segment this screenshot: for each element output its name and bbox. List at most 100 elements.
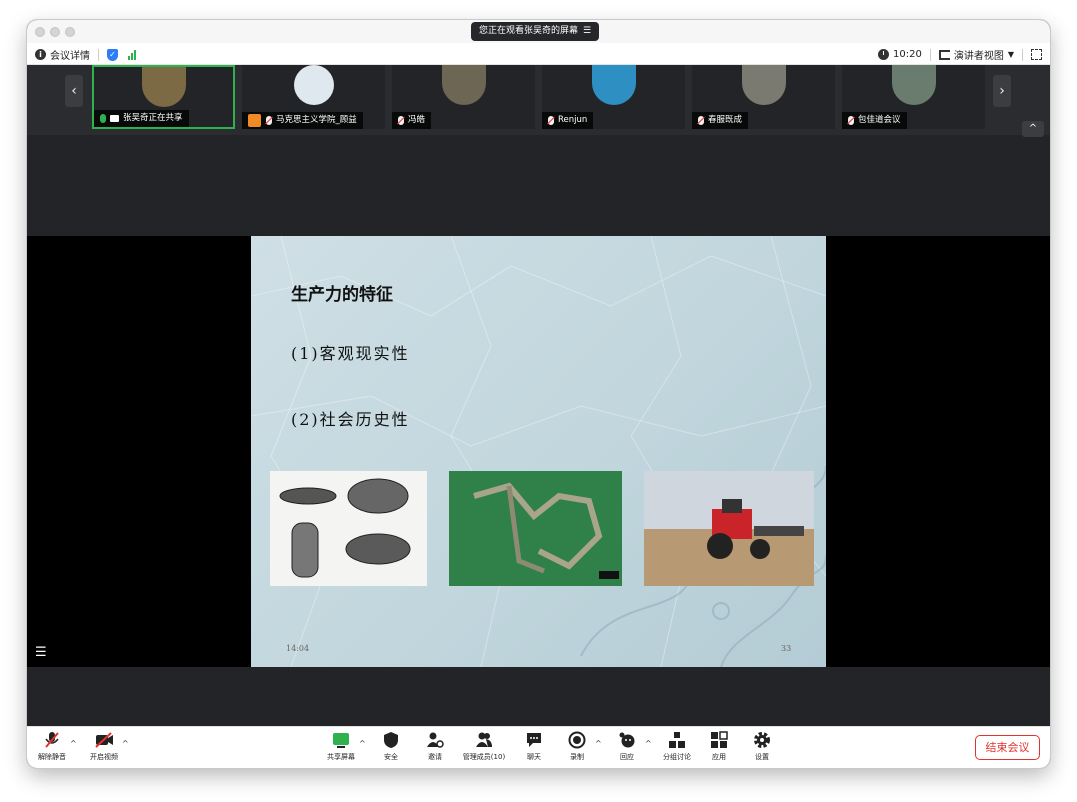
share-options-caret[interactable]: ^ (359, 739, 366, 748)
breakout-rooms-icon (657, 731, 697, 749)
iron-plough-image (449, 471, 622, 586)
reactions-label: 回应 (620, 753, 634, 761)
participant-strip: ‹ 张吴奇正在共享 马克思主义学院_顾益 冯皓 Renjun 春服既成 包佳道会… (27, 65, 1050, 135)
encryption-shield-icon[interactable]: ✓ (107, 48, 118, 61)
add-user-icon (413, 731, 457, 749)
info-icon: i (35, 49, 46, 60)
mic-muted-icon (698, 116, 704, 125)
menu-icon: ☰ (583, 26, 592, 36)
avatar (591, 65, 636, 105)
participants-label: 管理成员(10) (462, 753, 506, 761)
divider (929, 48, 931, 61)
participant-name: 张吴奇正在共享 (123, 113, 183, 123)
participant-name: 包佳道会议 (858, 115, 901, 125)
participant-tile[interactable]: 冯皓 (392, 65, 535, 129)
record-icon (555, 731, 599, 749)
mic-icon (100, 114, 106, 123)
record-label: 录制 (570, 753, 584, 761)
strip-next-button[interactable]: › (993, 75, 1011, 107)
share-screen-label: 共享屏幕 (327, 753, 355, 761)
settings-button[interactable]: 设置 (740, 731, 784, 762)
divider (1022, 48, 1023, 61)
list-icon[interactable]: ☰ (35, 645, 47, 660)
security-button[interactable]: 安全 (369, 731, 413, 762)
participant-tile[interactable]: 马克思主义学院_顾益 (242, 65, 385, 129)
network-signal-icon[interactable] (128, 49, 137, 60)
info-bar: i 会议详情 ✓ 10:20 演讲者视图 ▼ (27, 43, 1050, 65)
meeting-timer: 10:20 (893, 49, 922, 60)
participants-icon (459, 731, 509, 749)
mic-muted-icon (848, 116, 854, 125)
mic-muted-icon (548, 116, 554, 125)
apps-icon (697, 731, 741, 749)
fullscreen-icon[interactable] (1031, 49, 1042, 60)
participant-tile[interactable]: 张吴奇正在共享 (92, 65, 235, 129)
avatar (441, 65, 486, 105)
share-screen-button[interactable]: 共享屏幕 (319, 731, 363, 762)
participant-tile[interactable]: 包佳道会议 (842, 65, 985, 129)
settings-label: 设置 (755, 753, 769, 761)
record-button[interactable]: 录制 (555, 731, 599, 762)
meeting-window: 您正在观看张吴奇的屏幕 ☰ i 会议详情 ✓ 10:20 演讲者视图 ▼ ‹ 张… (27, 20, 1050, 768)
slide-point: (2)社会历史性 (291, 410, 410, 429)
title-bar: 您正在观看张吴奇的屏幕 ☰ (27, 20, 1050, 43)
start-video-button[interactable]: 开启视频 (82, 731, 126, 762)
meeting-toolbar: 解除静音 ^ 开启视频 ^ 共享屏幕 ^ 安全 邀请 管理成员(10) 聊天 录… (27, 726, 1050, 768)
slide-time: 14:04 (286, 644, 310, 653)
mic-muted-icon (398, 116, 404, 125)
audio-options-caret[interactable]: ^ (70, 739, 77, 748)
collapse-strip-button[interactable]: ^ (1022, 121, 1044, 137)
gear-icon (740, 731, 784, 749)
tractor-image (644, 471, 814, 586)
clock-icon (878, 49, 890, 60)
mic-muted-icon (30, 731, 74, 749)
end-meeting-button[interactable]: 结束会议 (975, 735, 1040, 760)
unmute-button[interactable]: 解除静音 (30, 731, 74, 762)
chat-label: 聊天 (527, 753, 541, 761)
participant-name: 冯皓 (408, 115, 426, 125)
shield-icon (369, 731, 413, 749)
participants-button[interactable]: 管理成员(10) (459, 731, 509, 762)
participant-name: Renjun (558, 115, 588, 125)
chat-icon (512, 731, 556, 749)
unmute-label: 解除静音 (38, 753, 66, 761)
meeting-info-link[interactable]: 会议详情 (50, 47, 90, 62)
participant-name: 春服既成 (708, 115, 743, 125)
speaker-view-icon (938, 49, 950, 60)
avatar (293, 65, 334, 105)
invite-button[interactable]: 邀请 (413, 731, 457, 762)
mic-muted-icon (266, 116, 272, 125)
participant-tile[interactable]: Renjun (542, 65, 685, 129)
strip-prev-button[interactable]: ‹ (65, 75, 83, 107)
invite-label: 邀请 (428, 753, 442, 761)
video-off-icon (82, 731, 126, 749)
video-options-caret[interactable]: ^ (122, 739, 129, 748)
breakout-rooms-button[interactable]: 分组讨论 (657, 731, 697, 762)
apps-label: 应用 (712, 753, 726, 761)
presentation-slide: 生产力的特征 (1)客观现实性 (2)社会历史性 14:04 33 (251, 236, 826, 667)
avatar (741, 65, 786, 105)
record-options-caret[interactable]: ^ (595, 739, 602, 748)
avatar (891, 65, 936, 105)
host-icon (248, 114, 261, 127)
start-video-label: 开启视频 (90, 753, 118, 761)
divider (98, 48, 99, 61)
view-mode-button[interactable]: 演讲者视图 (954, 47, 1004, 62)
screen-share-icon (110, 115, 119, 122)
breakout-rooms-label: 分组讨论 (663, 753, 691, 761)
slide-title: 生产力的特征 (291, 285, 393, 305)
chevron-down-icon[interactable]: ▼ (1008, 50, 1014, 59)
shared-screen: 生产力的特征 (1)客观现实性 (2)社会历史性 14:04 33 ☰ (27, 236, 1050, 667)
security-label: 安全 (384, 753, 398, 761)
reactions-button[interactable]: 回应 (605, 731, 649, 762)
close-window-button[interactable] (35, 27, 45, 37)
apps-button[interactable]: 应用 (697, 731, 741, 762)
sharing-banner-text: 您正在观看张吴奇的屏幕 (479, 26, 579, 36)
reactions-options-caret[interactable]: ^ (645, 739, 652, 748)
participant-name: 马克思主义学院_顾益 (276, 115, 357, 125)
zoom-window-button[interactable] (65, 27, 75, 37)
chat-button[interactable]: 聊天 (512, 731, 556, 762)
minimize-window-button[interactable] (50, 27, 60, 37)
sharing-banner[interactable]: 您正在观看张吴奇的屏幕 ☰ (471, 22, 600, 41)
participant-tile[interactable]: 春服既成 (692, 65, 835, 129)
